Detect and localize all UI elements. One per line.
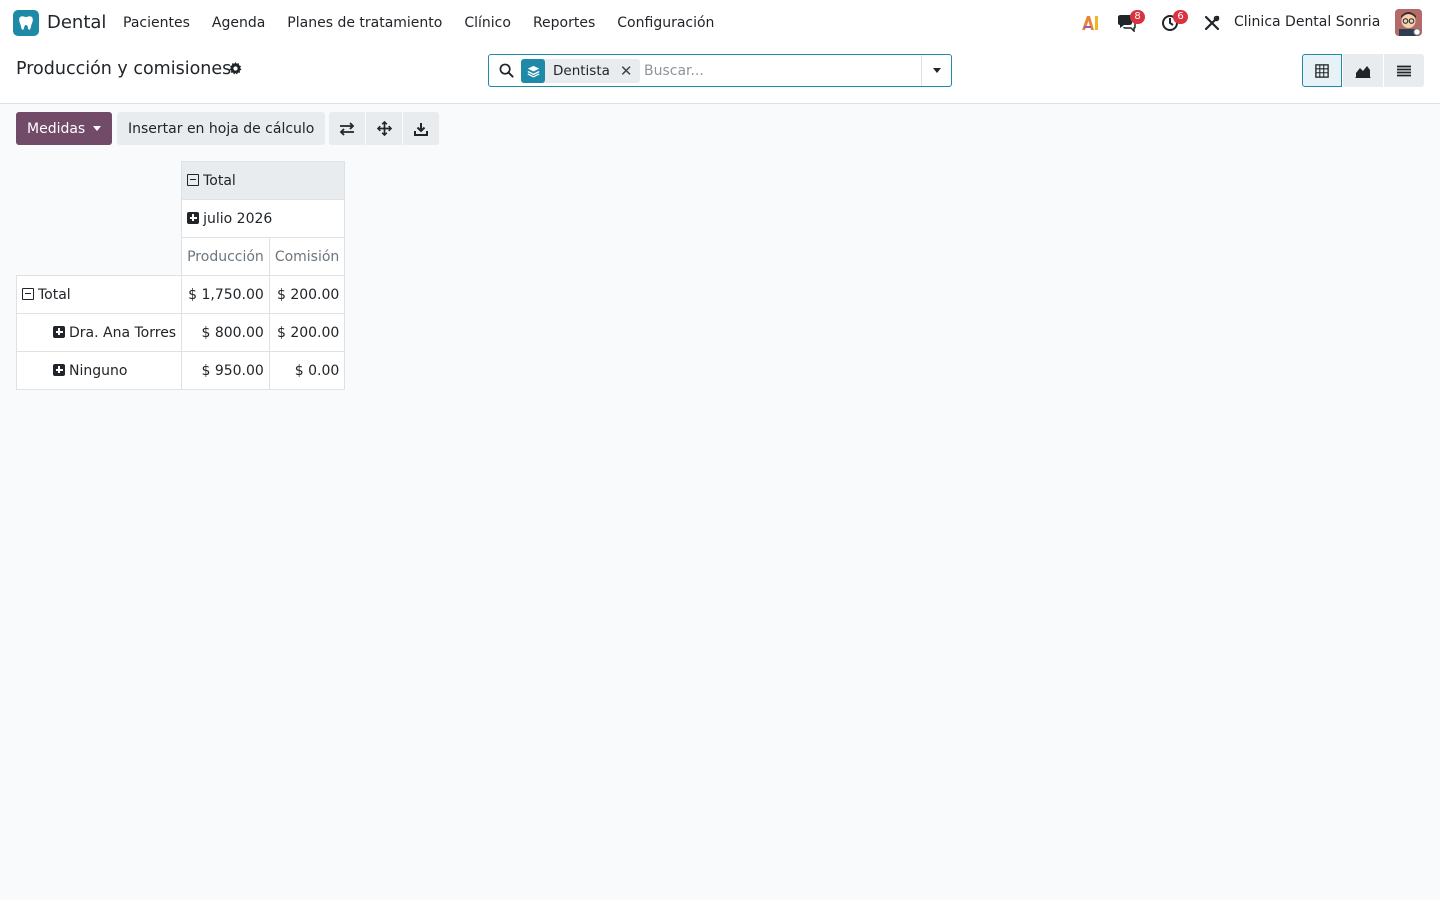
menu-item-planes[interactable]: Planes de tratamiento bbox=[276, 0, 453, 46]
cell-produccion[interactable]: $ 800.00 bbox=[181, 313, 270, 352]
flip-axis-button[interactable] bbox=[329, 112, 365, 145]
row-header-label: Dra. Ana Torres bbox=[69, 324, 177, 341]
tooth-app-icon[interactable] bbox=[13, 10, 39, 36]
expand-all-button[interactable] bbox=[366, 112, 402, 145]
user-avatar[interactable] bbox=[1395, 9, 1422, 36]
view-switcher bbox=[1302, 54, 1425, 87]
col-header-month-label: julio 2026 bbox=[203, 210, 273, 227]
measure-header-comision[interactable]: Comisión bbox=[268, 237, 346, 276]
menu-item-agenda[interactable]: Agenda bbox=[201, 0, 276, 46]
activities-badge: 6 bbox=[1173, 10, 1188, 24]
pivot-view-button[interactable] bbox=[1302, 54, 1342, 87]
debug-tools-icon[interactable] bbox=[1201, 0, 1223, 46]
list-view-button[interactable] bbox=[1384, 54, 1424, 87]
list-icon bbox=[1397, 65, 1411, 76]
search-options-toggle[interactable] bbox=[921, 55, 951, 86]
row-header-ninguno[interactable]: Ninguno bbox=[15, 351, 183, 390]
cell-comision[interactable]: $ 200.00 bbox=[268, 313, 346, 352]
menu-item-configuracion[interactable]: Configuración bbox=[606, 0, 725, 46]
cell-comision[interactable]: $ 200.00 bbox=[268, 275, 346, 314]
insert-spreadsheet-button[interactable]: Insertar en hoja de cálculo bbox=[117, 112, 326, 145]
measures-label: Medidas bbox=[27, 120, 86, 137]
cell-comision[interactable]: $ 0.00 bbox=[268, 351, 346, 390]
pivot-table: Total julio 2026 Producción Comisión Tot… bbox=[15, 161, 346, 390]
close-icon[interactable]: ✕ bbox=[620, 62, 633, 80]
pivot-actions bbox=[329, 112, 440, 145]
activities-icon[interactable]: 6 bbox=[1158, 0, 1188, 46]
table-row: Ninguno $ 950.00 $ 0.00 bbox=[15, 351, 346, 390]
row-header-total[interactable]: Total bbox=[15, 275, 183, 314]
caret-down-icon bbox=[93, 126, 102, 131]
collapse-icon bbox=[187, 173, 200, 186]
col-header-month[interactable]: julio 2026 bbox=[181, 199, 346, 238]
page-title: Producción y comisiones bbox=[16, 59, 232, 79]
table-row: Total $ 1,750.00 $ 200.00 bbox=[15, 275, 346, 314]
table-icon bbox=[1315, 63, 1329, 78]
main-menu: Pacientes Agenda Planes de tratamiento C… bbox=[112, 0, 725, 46]
facet-label: Dentista bbox=[553, 63, 610, 79]
measure-header-produccion[interactable]: Producción bbox=[181, 237, 270, 276]
expand-icon bbox=[53, 363, 65, 376]
search-icon[interactable] bbox=[499, 63, 514, 82]
app-name[interactable]: Dental bbox=[47, 12, 106, 33]
search-facet-groupby: Dentista ✕ bbox=[521, 59, 641, 83]
col-header-total[interactable]: Total bbox=[181, 161, 346, 200]
table-row: Dra. Ana Torres $ 800.00 $ 200.00 bbox=[15, 313, 346, 352]
layers-icon bbox=[521, 59, 545, 83]
measures-dropdown-button[interactable]: Medidas bbox=[16, 112, 113, 145]
menu-item-pacientes[interactable]: Pacientes bbox=[112, 0, 201, 46]
area-chart-icon bbox=[1355, 65, 1371, 78]
cell-produccion[interactable]: $ 950.00 bbox=[181, 351, 270, 390]
download-icon bbox=[414, 122, 428, 136]
menu-item-reportes[interactable]: Reportes bbox=[522, 0, 606, 46]
gear-icon[interactable] bbox=[229, 62, 242, 79]
graph-view-button[interactable] bbox=[1343, 54, 1383, 87]
pivot-corner bbox=[17, 162, 182, 276]
row-header-label: Total bbox=[38, 286, 71, 303]
col-header-total-label: Total bbox=[203, 172, 236, 189]
menu-item-clinico[interactable]: Clínico bbox=[453, 0, 522, 46]
control-panel: Producción y comisiones Dentista ✕ bbox=[0, 46, 1440, 104]
row-header-label: Ninguno bbox=[69, 362, 128, 379]
messages-icon[interactable]: 8 bbox=[1113, 0, 1145, 46]
cell-produccion[interactable]: $ 1,750.00 bbox=[181, 275, 270, 314]
search-input[interactable] bbox=[644, 59, 914, 83]
search-bar: Dentista ✕ bbox=[488, 54, 952, 87]
top-navbar: Dental Pacientes Agenda Planes de tratam… bbox=[0, 0, 1440, 46]
expand-icon bbox=[187, 211, 200, 224]
collapse-icon bbox=[22, 287, 34, 300]
arrows-icon bbox=[376, 121, 392, 136]
exchange-icon bbox=[339, 121, 355, 136]
row-header-ana-torres[interactable]: Dra. Ana Torres bbox=[15, 313, 183, 352]
download-button[interactable] bbox=[403, 112, 439, 145]
expand-icon bbox=[53, 325, 65, 338]
ai-icon[interactable] bbox=[1080, 0, 1102, 46]
messages-badge: 8 bbox=[1130, 10, 1145, 24]
company-switcher[interactable]: Clinica Dental Sonria bbox=[1234, 14, 1380, 30]
chevron-down-icon bbox=[932, 68, 941, 73]
